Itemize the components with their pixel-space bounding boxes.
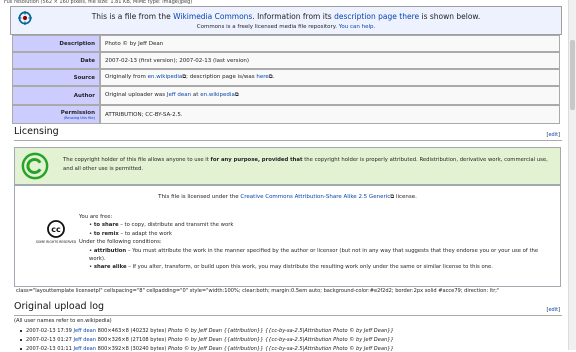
cc-license-terms: You are free: • to share – to copy, dist… <box>79 213 549 272</box>
reusing-this-file-link[interactable]: (Reusing this file) <box>17 116 95 120</box>
cc-by-sa-license-link[interactable]: Creative Commons Attribution-Share Alike… <box>240 194 390 200</box>
source-row: Source Originally from en.wikipedia⧉; de… <box>12 69 560 86</box>
share-alike-term: • share alike – If you alter, transform,… <box>89 264 493 271</box>
permission-label: Permission (Reusing this file) <box>12 105 100 124</box>
copyright-icon <box>21 152 49 180</box>
cc-some-rights-reserved-badge-icon[interactable]: cc SOME RIGHTS RESERVED <box>35 219 77 247</box>
upload-log-entry: 2007-02-13 01:11 Jeff dean 800×392×8 (30… <box>20 346 394 352</box>
licensing-edit-link[interactable]: edit <box>548 132 558 138</box>
author-en-wikipedia-link[interactable]: en.wikipedia <box>200 92 235 98</box>
cc-license-header: This file is licensed under the Creative… <box>158 194 417 200</box>
source-en-wikipedia-link[interactable]: en.wikipedia <box>148 74 183 80</box>
svg-text:SOME RIGHTS RESERVED: SOME RIGHTS RESERVED <box>36 240 77 244</box>
commons-banner-line1: This is a file from the Wikimedia Common… <box>91 12 481 21</box>
you-can-help-link[interactable]: You can help <box>339 24 374 30</box>
upload-log-section-heading: Original upload log [edit] <box>14 301 562 316</box>
stray-markup-text: class="layouttemplate licensetpl" cellsp… <box>16 288 500 294</box>
share-term: • to share – to copy, distribute and tra… <box>89 222 234 229</box>
remix-term: • to remix – to adapt the work <box>89 230 172 237</box>
uploader-link[interactable]: Jeff dean <box>74 337 96 343</box>
you-are-free-label: You are free: <box>79 214 113 220</box>
vertical-scrollbar[interactable] <box>568 0 576 350</box>
licensing-section-heading: Licensing [edit] <box>14 126 562 141</box>
source-label: Source <box>12 69 100 86</box>
date-row: Date 2007-02-13 (first version); 2007-02… <box>12 52 560 69</box>
description-value: Photo © by Jeff Dean <box>100 35 560 52</box>
file-information-table: Description Photo © by Jeff Dean Date 20… <box>12 35 560 124</box>
source-here-link[interactable]: here <box>256 74 268 80</box>
upload-log-heading: Original upload log <box>14 301 105 312</box>
scrollbar-thumb[interactable] <box>570 40 575 110</box>
author-row: Author Original uploader was Jeff dean a… <box>12 86 560 105</box>
author-label: Author <box>12 86 100 105</box>
file-info-line: Full resolution (562 × 160 pixels, file … <box>4 0 193 5</box>
svg-text:cc: cc <box>51 225 61 234</box>
commons-banner: This is a file from the Wikimedia Common… <box>10 6 562 35</box>
description-page-link[interactable]: description page there <box>334 12 419 21</box>
attribution-term: • attribution – You must attribute the w… <box>89 247 539 263</box>
upload-log-entry: 2007-02-13 17:39 Jeff dean 800×463×8 (40… <box>20 328 394 334</box>
external-link-icon: ⧉ <box>234 92 239 98</box>
source-value: Originally from en.wikipedia⧉; descripti… <box>100 69 560 86</box>
conditions-label: Under the following conditions: <box>79 239 162 246</box>
commons-banner-line2: Commons is a freely licensed media file … <box>196 24 376 30</box>
upload-log-edit-link[interactable]: edit <box>548 307 558 313</box>
licensing-heading: Licensing <box>14 126 59 137</box>
description-row: Description Photo © by Jeff Dean <box>12 35 560 52</box>
uploader-link[interactable]: Jeff dean <box>74 328 96 334</box>
date-value: 2007-02-13 (first version); 2007-02-13 (… <box>100 52 560 69</box>
author-jeff-dean-link[interactable]: Jeff dean <box>167 92 191 98</box>
date-label: Date <box>12 52 100 69</box>
attribution-license-box: The copyright holder of this file allows… <box>14 147 561 185</box>
description-label: Description <box>12 35 100 52</box>
permission-row: Permission (Reusing this file) ATTRIBUTIO… <box>12 105 560 124</box>
attribution-license-text: The copyright holder of this file allows… <box>63 157 548 172</box>
upload-log-note: (All user names refer to en.wikipedia) <box>14 318 112 324</box>
wikimedia-commons-link[interactable]: Wikimedia Commons <box>173 12 252 21</box>
upload-log-entry: 2007-02-13 01:27 Jeff dean 800×326×8 (27… <box>20 337 394 343</box>
uploader-link[interactable]: Jeff dean <box>74 346 96 352</box>
permission-value: ATTRIBUTION; CC-BY-SA-2.5. <box>100 105 560 124</box>
cc-by-sa-license-box: This file is licensed under the Creative… <box>14 185 561 287</box>
author-value: Original uploader was Jeff dean at en.wi… <box>100 86 560 105</box>
